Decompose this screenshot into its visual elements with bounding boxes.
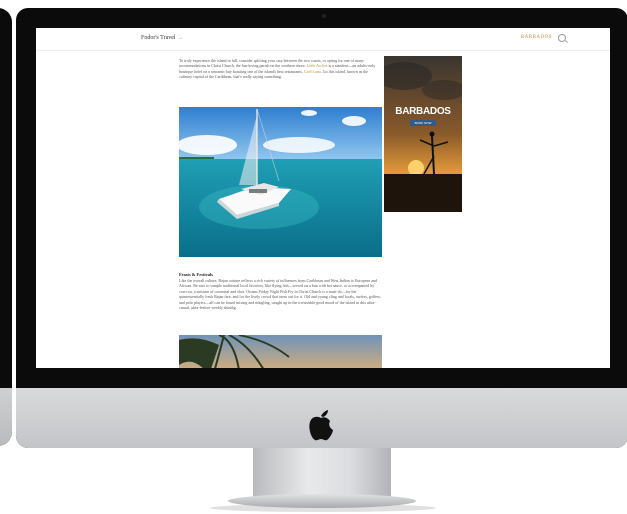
article-paragraph: To truly experience the island in full, …	[179, 58, 382, 80]
section-heading: Feasts & Festivals	[179, 272, 213, 277]
site-logo[interactable]: Fodor's Travel→	[141, 35, 184, 41]
arrow-icon: →	[178, 35, 184, 41]
adjacent-monitor-chin	[0, 388, 12, 446]
palm-sunset-photo	[179, 335, 382, 368]
brand-text: Fodor's Travel	[141, 35, 176, 41]
ad-title: BARBADOS	[384, 106, 462, 117]
imac-monitor: Fodor's Travel→ BARBADOS To truly experi…	[16, 8, 627, 448]
destination-menu[interactable]: BARBADOS	[521, 35, 552, 40]
advertisement-banner[interactable]: BARBADOS BOOK NOW	[384, 56, 462, 212]
adjacent-monitor	[0, 8, 12, 446]
stand-neck	[253, 448, 391, 498]
search-icon[interactable]	[558, 34, 566, 42]
cafe-luna-link[interactable]: Café Luna	[304, 69, 321, 74]
camera-dot	[322, 14, 326, 18]
site-header: Fodor's Travel→ BARBADOS	[36, 28, 610, 51]
book-now-button[interactable]: BOOK NOW	[410, 120, 436, 126]
screen: Fodor's Travel→ BARBADOS To truly experi…	[36, 28, 610, 368]
article-body: To truly experience the island in full, …	[179, 58, 382, 80]
catamaran-photo	[179, 107, 382, 257]
monitor-chin	[16, 388, 627, 448]
stand-base	[228, 494, 416, 508]
little-arches-link[interactable]: Little Arches	[307, 63, 328, 68]
article-paragraph-2: Like the overall culture, Bajan cuisine …	[179, 278, 382, 310]
apple-logo-icon	[306, 408, 336, 442]
